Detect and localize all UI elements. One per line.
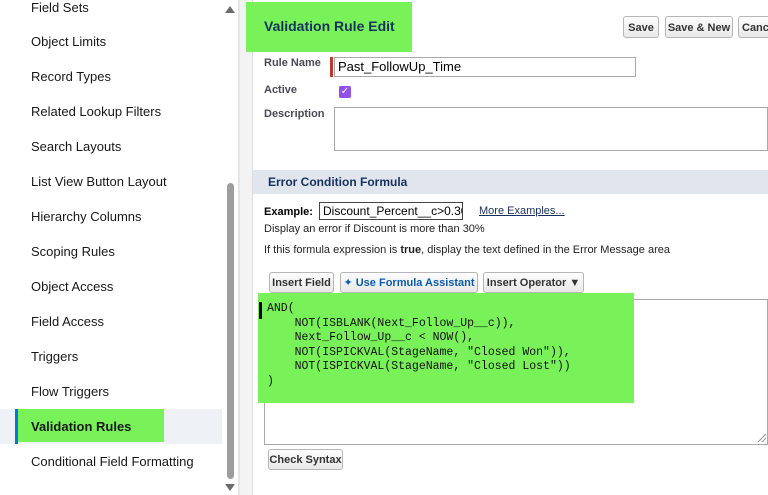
sidebar-item-object-limits[interactable]: Object Limits: [31, 34, 106, 49]
required-indicator: [330, 57, 333, 77]
sparkle-icon: ✦: [343, 277, 353, 289]
sidebar-item-related-lookup-filters[interactable]: Related Lookup Filters: [31, 104, 161, 119]
sidebar-item-validation-rules[interactable]: Validation Rules: [31, 419, 131, 434]
sidebar-item-field-sets[interactable]: Field Sets: [31, 0, 89, 15]
rule-name-label: Rule Name: [264, 57, 321, 69]
setup-sidebar: Field Sets Object Limits Record Types Re…: [0, 0, 222, 495]
formula-assistant-button[interactable]: ✦ Use Formula Assistant: [340, 272, 478, 293]
scrollbar-thumb[interactable]: [227, 183, 234, 479]
active-checkbox[interactable]: ✓: [339, 86, 351, 98]
sidebar-item-record-types[interactable]: Record Types: [31, 69, 111, 84]
description-label: Description: [264, 108, 325, 120]
resize-handle-icon[interactable]: [758, 434, 766, 442]
formula-hint-end: , display the text defined in the Error …: [421, 244, 670, 256]
cancel-button[interactable]: Cancel: [738, 16, 768, 38]
active-label: Active: [264, 84, 298, 96]
example-label: Example:: [264, 206, 313, 218]
check-syntax-button[interactable]: Check Syntax: [268, 449, 343, 470]
sidebar-item-search-layouts[interactable]: Search Layouts: [31, 139, 121, 154]
example-formula: Discount_Percent__c>0.30: [319, 202, 463, 220]
example-note: Display an error if Discount is more tha…: [264, 223, 485, 235]
scroll-down-arrow-icon[interactable]: [225, 484, 235, 491]
more-examples-link[interactable]: More Examples...: [479, 205, 565, 217]
sidebar-item-scoping-rules[interactable]: Scoping Rules: [31, 244, 115, 259]
sidebar-item-conditional-field-formatting[interactable]: Conditional Field Formatting: [31, 454, 194, 469]
page-title: Validation Rule Edit: [264, 18, 395, 34]
save-button[interactable]: Save: [623, 16, 659, 38]
formula-hint-true: true: [400, 244, 422, 256]
insert-operator-label: Insert Operator: [486, 277, 567, 289]
formula-hint: If this formula expression is true, disp…: [264, 244, 670, 256]
sidebar-item-triggers[interactable]: Triggers: [31, 349, 78, 364]
sidebar-item-object-access[interactable]: Object Access: [31, 279, 113, 294]
insert-field-button[interactable]: Insert Field: [269, 272, 334, 293]
sidebar-item-hierarchy-columns[interactable]: Hierarchy Columns: [31, 209, 142, 224]
text-cursor: [259, 302, 262, 319]
dropdown-arrow-icon: ▼: [569, 277, 581, 289]
description-textarea[interactable]: [334, 107, 768, 151]
sidebar-item-flow-triggers[interactable]: Flow Triggers: [31, 384, 109, 399]
error-condition-section-title: Error Condition Formula: [268, 175, 408, 189]
scroll-up-arrow-icon[interactable]: [225, 6, 235, 13]
formula-text[interactable]: AND( NOT(ISBLANK(Next_Follow_Up__c)), Ne…: [267, 302, 571, 390]
rule-name-input[interactable]: Past_FollowUp_Time: [334, 57, 636, 77]
sidebar-item-list-view-button-layout[interactable]: List View Button Layout: [31, 174, 167, 189]
save-and-new-button[interactable]: Save & New: [665, 16, 733, 38]
formula-assistant-label: Use Formula Assistant: [355, 277, 475, 289]
formula-hint-start: If this formula expression is: [264, 244, 401, 256]
insert-operator-dropdown[interactable]: Insert Operator ▼: [483, 272, 584, 293]
sidebar-item-field-access[interactable]: Field Access: [31, 314, 104, 329]
